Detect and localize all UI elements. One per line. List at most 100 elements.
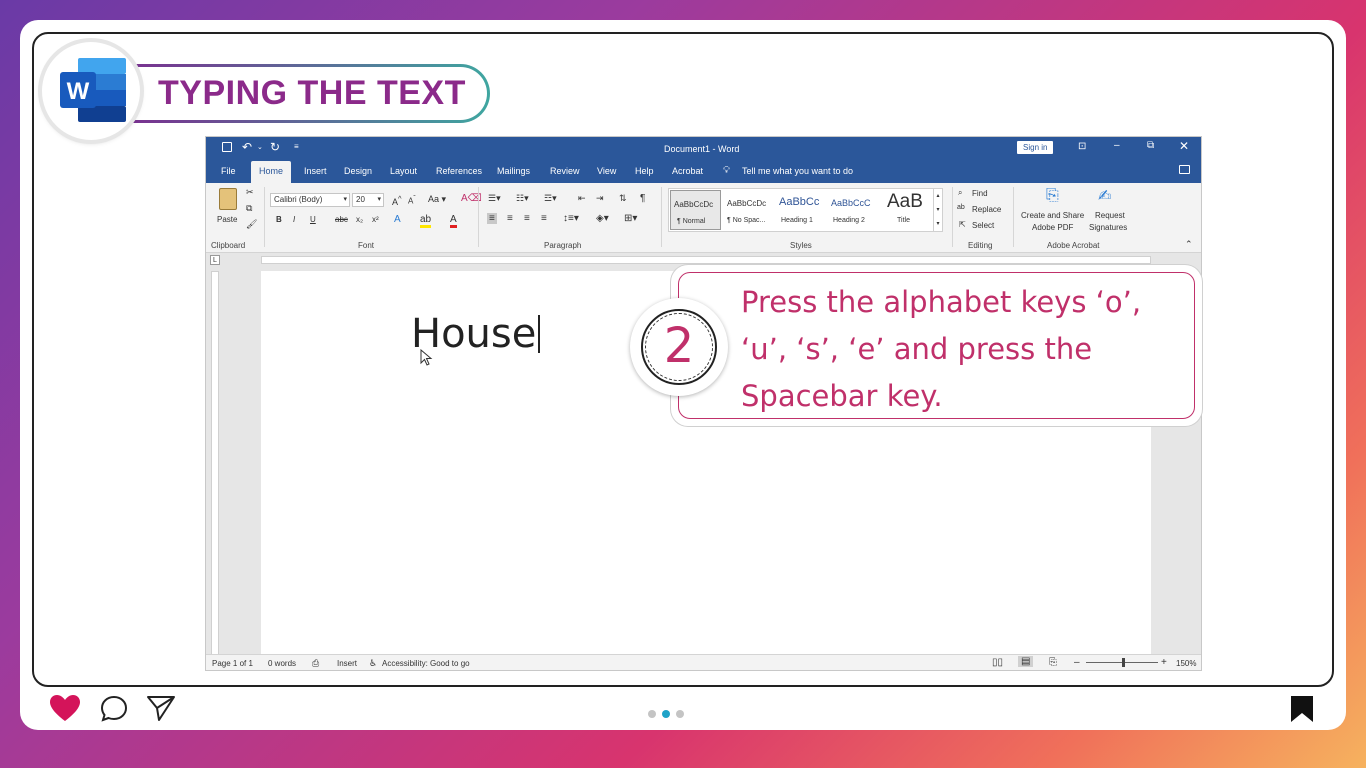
ruler-track[interactable] [261,256,1151,264]
tab-design[interactable]: Design [344,166,372,176]
superscript-icon[interactable]: x² [372,215,379,224]
web-layout-icon[interactable]: ⎘ [1049,657,1057,668]
align-center-icon[interactable]: ≡ [507,213,513,224]
bold-icon[interactable]: B [276,215,282,224]
shading-icon[interactable]: ◈▾ [596,213,609,224]
sign-in-button[interactable]: Sign in [1017,141,1054,154]
tab-mailings[interactable]: Mailings [497,166,530,176]
insert-mode[interactable]: Insert [337,659,357,668]
text-effects-icon[interactable]: A [394,214,401,225]
style-heading-1[interactable]: AaBbCc Heading 1 [777,190,828,230]
align-left-icon[interactable]: ≡ [487,213,497,224]
style-normal[interactable]: AaBbCcDc ¶ Normal [670,190,721,230]
tab-insert[interactable]: Insert [304,166,327,176]
accessibility-status[interactable]: Accessibility: Good to go [382,659,470,668]
undo-icon[interactable]: ↶ [242,140,252,154]
numbering-icon[interactable]: ☷▾ [516,193,529,204]
tab-file[interactable]: File [221,166,236,176]
request-signatures-icon[interactable]: ✍︎ [1098,186,1111,206]
comment-icon[interactable] [100,695,128,723]
strikethrough-icon[interactable]: abc [335,215,348,224]
paragraph-group-label: Paragraph [544,241,582,250]
bullets-icon[interactable]: ☰▾ [488,193,501,204]
word-count[interactable]: 0 words [268,659,296,668]
tab-home[interactable]: Home [251,161,292,183]
request-label[interactable]: Request [1095,211,1125,220]
underline-icon[interactable]: U [310,215,316,224]
find-icon[interactable]: ⌕ [958,188,962,198]
tab-layout[interactable]: Layout [390,166,417,176]
line-spacing-icon[interactable]: ↕≡▾ [563,213,579,224]
comments-icon[interactable] [1179,165,1190,174]
font-size-select[interactable]: 20 ▾ [352,193,384,207]
select-icon[interactable]: ⇱ [959,220,966,229]
signatures-label[interactable]: Signatures [1089,223,1127,232]
highlight-icon[interactable]: ab [420,214,432,228]
font-name-select[interactable]: Calibri (Body) ▾ [270,193,350,207]
paste-icon[interactable] [219,188,237,210]
tab-view[interactable]: View [597,166,616,176]
replace-button[interactable]: Replace [972,205,1001,214]
collapse-ribbon-icon[interactable]: ⌃ [1185,239,1193,250]
increase-indent-icon[interactable]: ⇥ [596,193,604,204]
style-no-spacing[interactable]: AaBbCcDc ¶ No Spac... [724,190,775,230]
zoom-in-icon[interactable]: + [1161,657,1167,668]
decrease-indent-icon[interactable]: ⇤ [578,193,586,204]
create-pdf-icon[interactable]: ⎘ [1046,187,1059,205]
justify-icon[interactable]: ≡ [541,213,547,224]
read-mode-icon[interactable]: ▯▯ [992,657,1003,668]
adobe-pdf-label[interactable]: Adobe PDF [1032,223,1073,232]
carousel-dot-active[interactable] [662,710,670,718]
grow-font-icon[interactable]: A^ [392,194,402,207]
tab-selector-icon[interactable]: L [210,255,220,265]
zoom-level[interactable]: 150% [1176,659,1196,668]
shrink-font-icon[interactable]: Aˇ [408,195,416,206]
page-count[interactable]: Page 1 of 1 [212,659,253,668]
redo-icon[interactable]: ↻ [270,140,280,154]
change-case-icon[interactable]: Aa ▾ [428,194,446,205]
multilevel-list-icon[interactable]: ☲▾ [544,193,557,204]
print-layout-icon[interactable]: ▤ [1018,656,1034,667]
find-button[interactable]: Find [972,189,988,198]
carousel-dot[interactable] [648,710,656,718]
bookmark-icon[interactable] [1290,695,1314,723]
show-marks-icon[interactable]: ¶ [640,193,645,204]
style-name: Heading 1 [781,217,813,224]
cut-icon[interactable]: ✂ [246,187,254,198]
subscript-icon[interactable]: x₂ [356,215,363,224]
zoom-slider-thumb[interactable] [1122,658,1125,667]
tab-review[interactable]: Review [550,166,580,176]
proofing-icon[interactable]: ⎙ [312,658,319,669]
paste-button[interactable]: Paste [217,215,237,224]
sort-icon[interactable]: ⇅ [619,193,627,204]
align-right-icon[interactable]: ≡ [524,213,530,224]
tab-acrobat[interactable]: Acrobat [672,166,703,176]
replace-icon[interactable]: ab [957,204,965,211]
style-title[interactable]: AaB Title [881,190,931,230]
styles-group-label: Styles [790,241,812,250]
copy-icon[interactable]: ⧉ [246,203,252,214]
tell-me-search[interactable]: Tell me what you want to do [742,166,853,176]
create-share-label[interactable]: Create and Share [1021,211,1084,220]
borders-icon[interactable]: ⊞▾ [624,213,637,224]
tab-help[interactable]: Help [635,166,654,176]
style-preview: AaBbCcDc [674,200,714,209]
ribbon-display-icon[interactable]: ⊡ [1078,141,1086,152]
tab-references[interactable]: References [436,166,482,176]
styles-scroll[interactable]: ▴ ▾ ▾ [933,189,942,231]
select-button[interactable]: Select [972,221,994,230]
font-color-icon[interactable]: A [450,214,457,228]
zoom-out-icon[interactable]: – [1074,657,1080,668]
close-icon[interactable]: ✕ [1179,139,1189,153]
undo-dropdown-icon[interactable]: ⌄ [257,143,263,151]
restore-icon[interactable]: ⧉ [1147,140,1154,151]
style-heading-2[interactable]: AaBbCcC Heading 2 [829,190,880,230]
italic-icon[interactable]: I [293,215,295,224]
format-painter-icon[interactable]: 🖌︎ [246,219,257,230]
share-icon[interactable] [146,694,176,722]
customize-qat-icon[interactable]: ≡ [294,142,299,151]
minimize-icon[interactable]: – [1114,140,1120,151]
save-icon[interactable] [222,142,232,152]
heart-icon[interactable] [49,694,81,722]
carousel-dot[interactable] [676,710,684,718]
